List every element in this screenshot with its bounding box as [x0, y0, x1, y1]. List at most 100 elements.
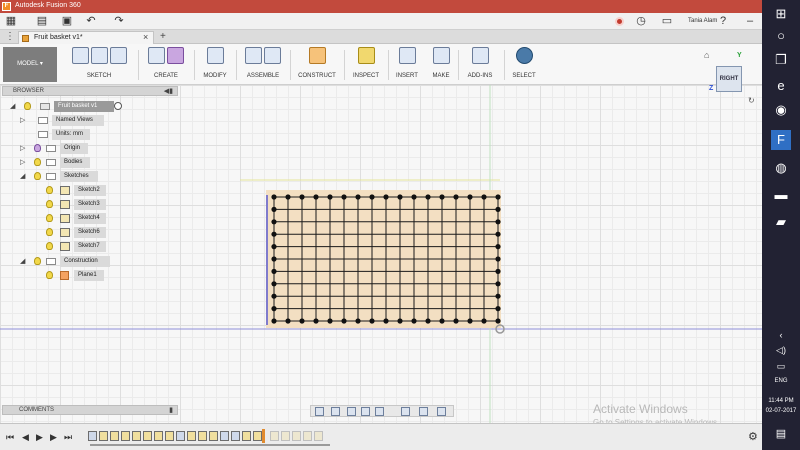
sketch-point[interactable] [271, 256, 277, 262]
data-panel-icon[interactable]: ⋮ [5, 31, 15, 42]
sketch-point[interactable] [495, 219, 501, 225]
task-view-icon[interactable]: ❐ [771, 50, 791, 70]
assemble-group[interactable]: ASSEMBLE [238, 47, 288, 83]
look-at-icon[interactable] [331, 407, 340, 416]
timeline-suppressed-feature-icon[interactable] [314, 431, 323, 441]
sketch-rectangle-icon[interactable] [109, 47, 127, 64]
sketch-point[interactable] [271, 231, 277, 237]
clock-icon[interactable]: ◷ [634, 15, 648, 28]
view-cube-face[interactable]: RIGHT [716, 66, 742, 92]
select-cursor-icon[interactable] [515, 47, 533, 64]
timeline-feature-icon[interactable] [220, 431, 229, 441]
timeline-feature-icon[interactable] [132, 431, 141, 441]
expand-triangle-icon[interactable]: ▷ [20, 144, 25, 152]
collapse-triangle-icon[interactable]: ◢ [20, 172, 25, 180]
file-explorer-icon[interactable]: ▰ [771, 212, 791, 232]
sketch-point[interactable] [495, 231, 501, 237]
sketch-point[interactable] [495, 206, 501, 212]
timeline-feature-icon[interactable] [209, 431, 218, 441]
sketch-point[interactable] [341, 194, 347, 200]
sketch-point[interactable] [481, 318, 487, 324]
sketch-point[interactable] [439, 318, 445, 324]
sketch-point[interactable] [467, 318, 473, 324]
sketch-point[interactable] [495, 194, 501, 200]
file-menu-icon[interactable]: ▤ [35, 15, 49, 28]
sketch-create-icon[interactable] [71, 47, 89, 64]
help-icon[interactable]: ? [716, 15, 730, 28]
sketch-point[interactable] [425, 318, 431, 324]
sketch-point[interactable] [495, 293, 501, 299]
timeline-track[interactable] [90, 444, 330, 446]
step-forward-icon[interactable]: ▶ [50, 432, 57, 443]
sketch-point[interactable] [285, 194, 291, 200]
sketch-point[interactable] [411, 318, 417, 324]
play-icon[interactable]: ▶ [36, 432, 43, 443]
fusion360-taskbar-icon[interactable]: F [771, 130, 791, 150]
undo-icon[interactable]: ↶ [84, 15, 98, 28]
visibility-bulb-icon[interactable] [34, 144, 41, 152]
joint-icon[interactable] [264, 47, 281, 64]
visibility-bulb-icon[interactable] [24, 102, 31, 110]
timeline-suppressed-feature-icon[interactable] [270, 431, 279, 441]
sketch-point[interactable] [495, 244, 501, 250]
close-tab-icon[interactable]: × [143, 32, 148, 42]
sketch-point[interactable] [271, 194, 277, 200]
inspect-group[interactable]: INSPECT [346, 47, 386, 83]
make-group[interactable]: MAKE [426, 47, 456, 83]
sketch-point[interactable] [467, 194, 473, 200]
sketch-point[interactable] [355, 318, 361, 324]
sketch-point[interactable] [271, 281, 277, 287]
sketch-point[interactable] [299, 194, 305, 200]
timeline-feature-icon[interactable] [198, 431, 207, 441]
timeline-feature-icon[interactable] [154, 431, 163, 441]
timeline-feature-icon[interactable] [242, 431, 251, 441]
tab-fruit-basket[interactable]: Fruit basket v1* × [18, 31, 154, 44]
notifications-icon[interactable]: ▭ [660, 15, 674, 28]
timeline-suppressed-feature-icon[interactable] [281, 431, 290, 441]
timeline-feature-icon[interactable] [88, 431, 97, 441]
browser-header[interactable]: BROWSER ◀▮ [2, 86, 178, 96]
timeline-feature-icon[interactable] [165, 431, 174, 441]
sketch-point[interactable] [495, 268, 501, 274]
sketch-point[interactable] [285, 318, 291, 324]
sketch-point[interactable] [411, 194, 417, 200]
sketch-point[interactable] [369, 194, 375, 200]
input-language[interactable]: ENG [762, 378, 800, 384]
windows-start-icon[interactable]: ⊞ [771, 4, 791, 24]
comments-panel[interactable]: COMMENTS ▮ [2, 405, 178, 415]
sketch-point[interactable] [271, 206, 277, 212]
visibility-bulb-icon[interactable] [34, 172, 41, 180]
visibility-bulb-icon[interactable] [46, 186, 53, 194]
orbit-icon[interactable] [315, 407, 324, 416]
expand-triangle-icon[interactable]: ◢ [10, 102, 15, 110]
sketch-point[interactable] [271, 268, 277, 274]
sketch-point[interactable] [369, 318, 375, 324]
sketch-point[interactable] [313, 194, 319, 200]
sketch-point[interactable] [439, 194, 445, 200]
timeline-feature-icon[interactable] [253, 431, 262, 441]
sketch-point[interactable] [481, 194, 487, 200]
battery-icon[interactable]: ▭ [771, 356, 791, 376]
pan-icon[interactable] [347, 407, 356, 416]
sketch-group[interactable]: SKETCH [64, 47, 134, 83]
redo-icon[interactable]: ↷ [112, 15, 126, 28]
visibility-bulb-icon[interactable] [46, 228, 53, 236]
new-component-icon[interactable] [245, 47, 262, 64]
fit-icon[interactable] [375, 407, 384, 416]
home-view-icon[interactable]: ⌂ [704, 50, 709, 60]
cortana-icon[interactable]: ○ [771, 26, 791, 46]
addins-group[interactable]: ADD-INS [460, 47, 500, 83]
user-name[interactable]: Tania Alam [688, 18, 717, 24]
insert-group[interactable]: INSERT [390, 47, 424, 83]
sketch-point[interactable] [271, 244, 277, 250]
save-icon[interactable]: ▣ [60, 15, 74, 28]
workspace-switcher[interactable]: MODEL ▾ [3, 47, 57, 82]
sketch-point[interactable] [327, 194, 333, 200]
timeline-suppressed-feature-icon[interactable] [292, 431, 301, 441]
activate-radio-icon[interactable] [114, 102, 122, 110]
sketch-point[interactable] [341, 318, 347, 324]
sketch-point[interactable] [327, 318, 333, 324]
clock-time[interactable]: 11:44 PM [762, 398, 800, 404]
sketch-point[interactable] [453, 318, 459, 324]
sketch-point[interactable] [271, 293, 277, 299]
